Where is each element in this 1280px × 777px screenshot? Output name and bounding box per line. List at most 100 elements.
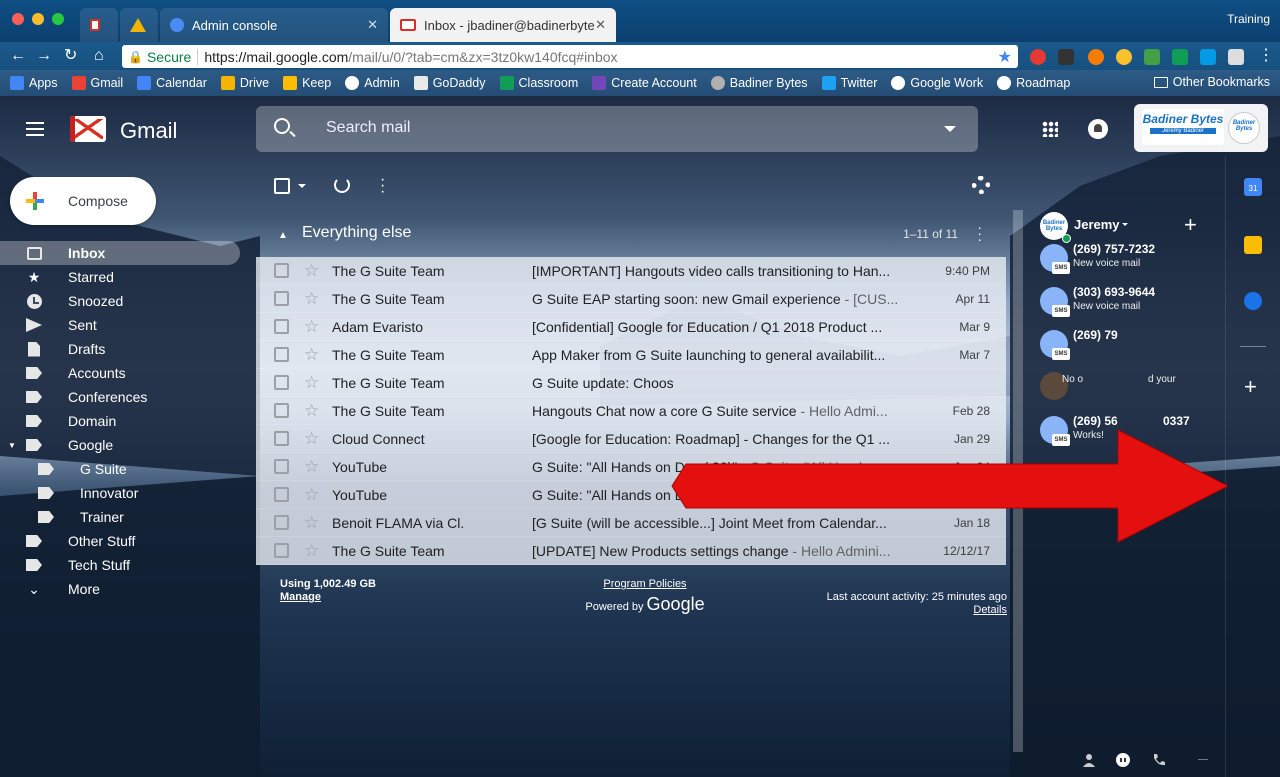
section-title[interactable]: Everything else	[302, 224, 411, 242]
bookmark-gmail[interactable]: Gmail	[71, 76, 123, 90]
email-checkbox[interactable]	[274, 263, 289, 278]
phone-icon[interactable]	[1152, 753, 1166, 767]
tab-drive[interactable]	[120, 8, 158, 42]
bookmark-roadmap[interactable]: Roadmap	[997, 76, 1070, 90]
sidebar-item-google[interactable]: ▼ Google	[0, 433, 240, 457]
reload-icon[interactable]: ↻	[64, 47, 77, 65]
bookmark-godaddy[interactable]: GoDaddy	[413, 76, 486, 90]
compose-button[interactable]: Compose	[10, 177, 156, 225]
select-all-checkbox[interactable]	[274, 178, 290, 194]
star-icon[interactable]: ☆	[304, 345, 319, 365]
hangouts-contact[interactable]: SMS (269) 757-7232 New voice mail	[1040, 242, 1224, 282]
bookmark-keep[interactable]: Keep	[283, 76, 331, 90]
close-window-button[interactable]	[12, 13, 24, 25]
activity-details-link[interactable]: Details	[827, 604, 1007, 617]
email-checkbox[interactable]	[274, 487, 289, 502]
sidebar-item-trainer[interactable]: Trainer	[0, 505, 240, 529]
email-checkbox[interactable]	[274, 319, 289, 334]
extension-orange-icon[interactable]	[1088, 49, 1104, 65]
tab-inbox[interactable]: Inbox - jbadiner@badinerbytes ✕	[390, 8, 616, 42]
star-icon[interactable]: ☆	[304, 485, 319, 505]
get-addons-plus-icon[interactable]: +	[1244, 374, 1257, 400]
email-checkbox[interactable]	[274, 291, 289, 306]
email-row[interactable]: ☆ The G Suite Team Hangouts Chat now a cor…	[256, 397, 1006, 425]
email-checkbox[interactable]	[274, 459, 289, 474]
bookmark-twitter[interactable]: Twitter	[821, 76, 877, 90]
sidebar-item-sent[interactable]: Sent	[0, 313, 240, 337]
search-bar[interactable]	[256, 106, 978, 152]
extension-green-icon[interactable]	[1144, 49, 1160, 65]
minimize-window-button[interactable]	[32, 13, 44, 25]
my-name[interactable]: Jeremy	[1074, 217, 1120, 232]
sidebar-item-domain[interactable]: Domain	[0, 409, 240, 433]
sidebar-item-more[interactable]: ⌄ More	[0, 577, 240, 601]
other-bookmarks[interactable]: Other Bookmarks	[1153, 75, 1270, 89]
sidebar-item-tech-stuff[interactable]: Tech Stuff	[0, 553, 240, 577]
bookmark-drive[interactable]: Drive	[220, 76, 269, 90]
program-policies-link[interactable]: Program Policies	[603, 578, 686, 590]
bookmark-star-icon[interactable]: ★	[998, 47, 1012, 67]
star-icon[interactable]: ☆	[304, 289, 319, 309]
sidebar-item-snoozed[interactable]: Snoozed	[0, 289, 240, 313]
bookmark-badiner-bytes[interactable]: Badiner Bytes	[710, 76, 808, 90]
keep-addon-icon[interactable]	[1244, 236, 1262, 254]
new-conversation-plus-icon[interactable]: +	[1184, 212, 1197, 238]
hangouts-contact[interactable]: No o d your	[1040, 370, 1224, 410]
account-avatar[interactable]: Badiner Bytes	[1228, 112, 1260, 144]
manage-storage-link[interactable]: Manage	[280, 591, 376, 604]
email-checkbox[interactable]	[274, 543, 289, 558]
search-icon[interactable]	[274, 118, 290, 134]
main-menu-icon[interactable]	[26, 122, 44, 140]
search-input[interactable]	[326, 119, 886, 137]
notifications-bell-icon[interactable]	[1088, 119, 1108, 139]
star-icon[interactable]: ☆	[304, 457, 319, 477]
bookmark-calendar[interactable]: Calendar	[137, 76, 207, 90]
extension-blue-icon[interactable]	[1200, 49, 1216, 65]
bookmark-apps[interactable]: Apps	[10, 76, 58, 90]
bookmark-admin[interactable]: Admin	[345, 76, 400, 90]
hangouts-quote-icon[interactable]	[1116, 753, 1130, 767]
extension-window-icon[interactable]	[1228, 49, 1244, 65]
extension-emoji-icon[interactable]	[1116, 49, 1132, 65]
tab-gmail[interactable]	[80, 8, 118, 42]
email-checkbox[interactable]	[274, 375, 289, 390]
email-row[interactable]: ☆ The G Suite Team G Suite EAP starting so…	[256, 285, 1006, 313]
sidebar-item-conferences[interactable]: Conferences	[0, 385, 240, 409]
back-arrow-icon[interactable]: ←	[10, 47, 26, 65]
extension-classroom-icon[interactable]	[1172, 49, 1188, 65]
search-options-caret-icon[interactable]	[944, 126, 956, 132]
star-icon[interactable]: ☆	[304, 429, 319, 449]
sidebar-item-accounts[interactable]: Accounts	[0, 361, 240, 385]
email-row[interactable]: ☆ The G Suite Team G Suite update: Choos	[256, 369, 1006, 397]
star-icon[interactable]: ☆	[304, 401, 319, 421]
forward-arrow-icon[interactable]: →	[36, 47, 52, 65]
hangouts-contact[interactable]: SMS (269) 79	[1040, 328, 1224, 368]
email-checkbox[interactable]	[274, 403, 289, 418]
email-row[interactable]: ☆ Adam Evaristo [Confidential] Google for …	[256, 313, 1006, 341]
star-icon[interactable]: ☆	[304, 373, 319, 393]
section-more-icon[interactable]: · · ·	[977, 220, 982, 246]
email-checkbox[interactable]	[274, 515, 289, 530]
sidebar-item-inbox[interactable]: Inbox	[0, 241, 240, 265]
star-icon[interactable]: ☆	[304, 541, 319, 561]
status-caret-icon[interactable]	[1122, 223, 1128, 226]
email-checkbox[interactable]	[274, 431, 289, 446]
email-row[interactable]: ☆ The G Suite Team [IMPORTANT] Hangouts vi…	[256, 257, 1006, 285]
sidebar-item-other-stuff[interactable]: Other Stuff	[0, 529, 240, 553]
bookmark-classroom[interactable]: Classroom	[499, 76, 578, 90]
more-vert-icon[interactable]: · · ·	[380, 172, 385, 200]
tab-admin-console[interactable]: Admin console ✕	[160, 8, 388, 42]
tasks-addon-icon[interactable]	[1244, 292, 1262, 310]
close-tab-icon[interactable]: ✕	[595, 17, 606, 33]
sidebar-item-g-suite[interactable]: G Suite	[0, 457, 240, 481]
sidebar-item-drafts[interactable]: Drafts	[0, 337, 240, 361]
calendar-addon-icon[interactable]: 31	[1244, 178, 1262, 196]
extension-qr-icon[interactable]	[1058, 49, 1074, 65]
sidebar-item-starred[interactable]: ★ Starred	[0, 265, 240, 289]
collapse-caret-icon[interactable]: ▲	[278, 230, 288, 241]
settings-gear-icon[interactable]	[972, 176, 990, 194]
refresh-icon[interactable]	[334, 177, 350, 193]
bookmark-create-account[interactable]: Create Account	[592, 76, 697, 90]
account-switcher[interactable]: Badiner Bytes Jeremy Badiner Badiner Byt…	[1134, 104, 1268, 152]
expand-caret-icon[interactable]: ▼	[8, 441, 16, 450]
